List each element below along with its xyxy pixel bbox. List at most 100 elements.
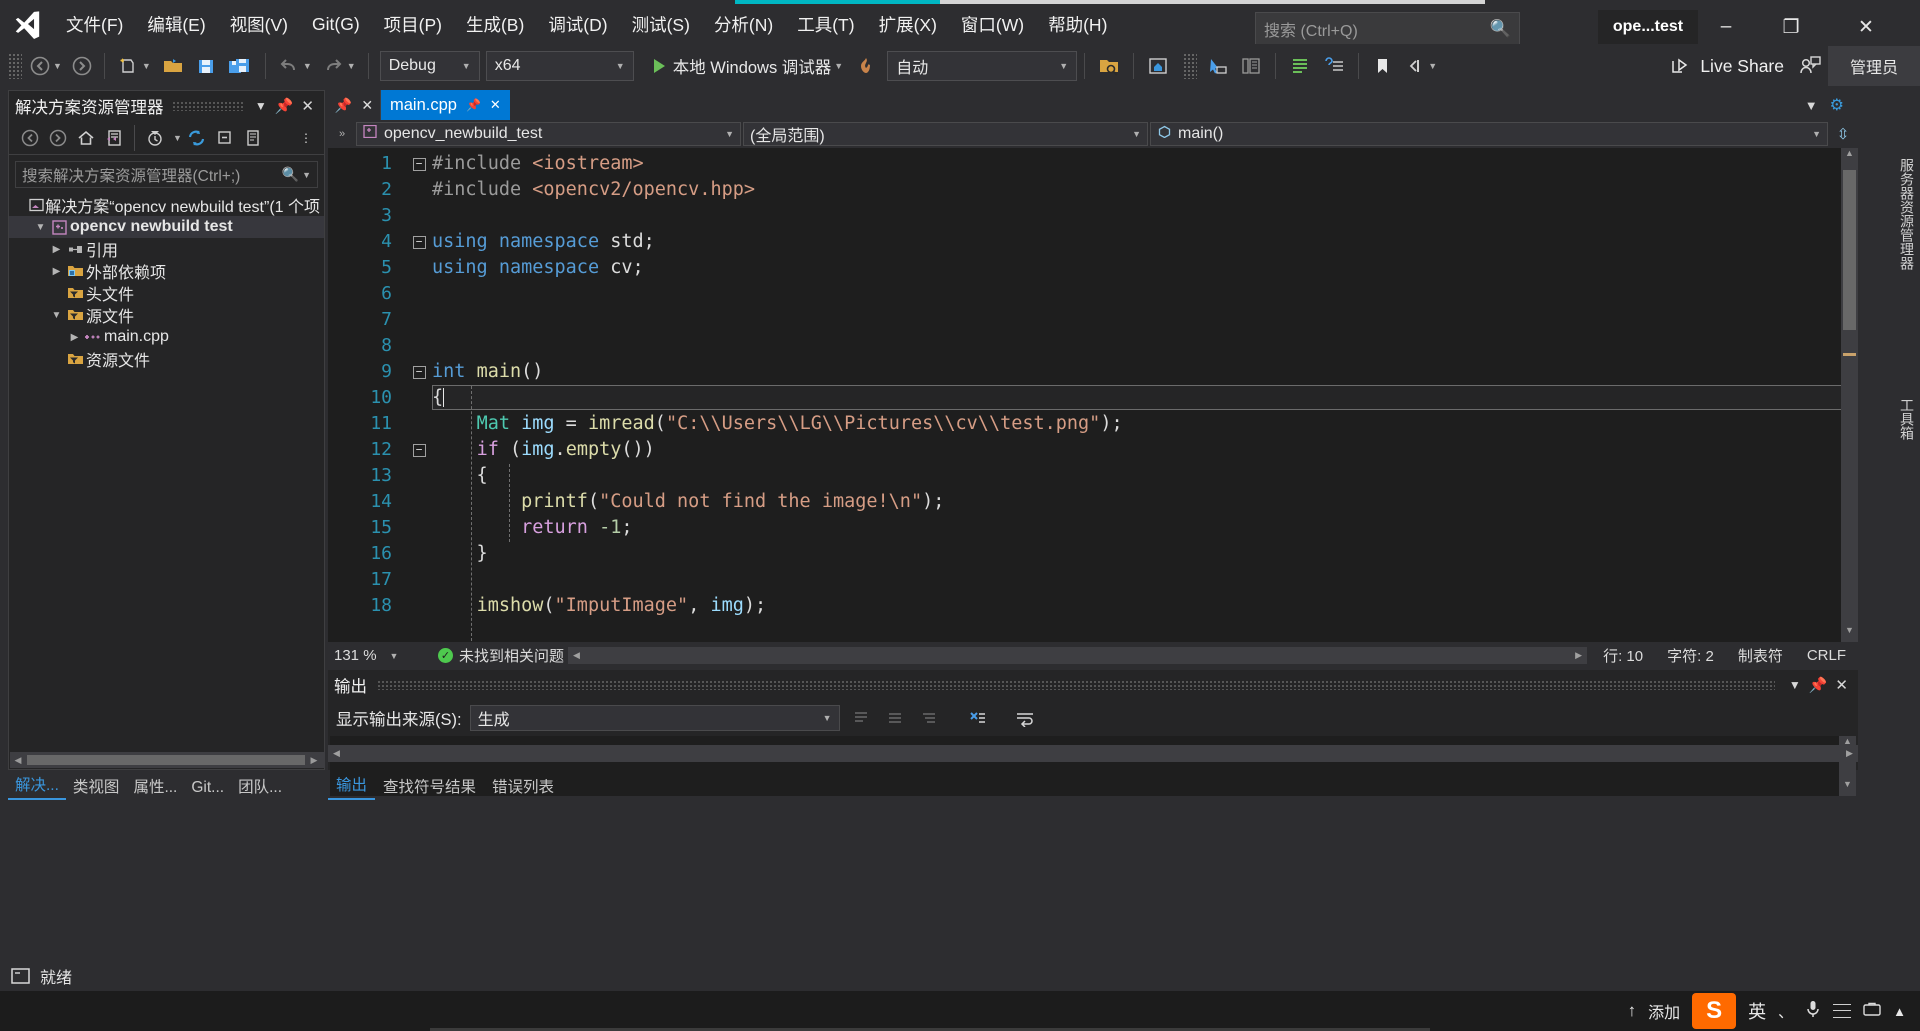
toolbar-grip-handle[interactable] bbox=[1183, 53, 1198, 79]
pin-icon[interactable]: 📌 bbox=[466, 98, 481, 112]
pin-icon[interactable]: 📌 bbox=[1805, 676, 1832, 694]
code-line[interactable]: 10 { bbox=[328, 385, 1858, 411]
send-feedback-icon[interactable] bbox=[1792, 49, 1828, 83]
save-all-icon[interactable] bbox=[222, 49, 258, 83]
collapse-icon[interactable]: − bbox=[412, 157, 426, 171]
close-icon[interactable]: ✕ bbox=[361, 97, 373, 114]
microphone-icon[interactable] bbox=[1805, 999, 1821, 1024]
fold-gutter[interactable]: − bbox=[406, 235, 432, 249]
scroll-left-icon[interactable]: ◀ bbox=[328, 748, 345, 759]
se-collapse-all-icon[interactable] bbox=[212, 125, 238, 151]
se-switch-views-icon[interactable] bbox=[101, 125, 127, 151]
menu-test[interactable]: 测试(S) bbox=[620, 4, 702, 44]
code-line[interactable]: 6 bbox=[328, 281, 1858, 307]
undo-icon[interactable]: ▼ bbox=[273, 49, 317, 83]
code-line[interactable]: 2 #include <opencv2/opencv.hpp> bbox=[328, 177, 1858, 203]
menu-file[interactable]: 文件(F) bbox=[54, 4, 135, 44]
menu-analyze[interactable]: 分析(N) bbox=[702, 4, 785, 44]
solution-explorer-horizontal-scrollbar[interactable]: ◀ ▶ bbox=[10, 752, 325, 768]
chevron-down-icon[interactable]: ▼ bbox=[1428, 61, 1437, 71]
panel-drag-dots[interactable] bbox=[171, 101, 243, 111]
copy-panel-icon[interactable] bbox=[1234, 49, 1268, 83]
scrollbar-thumb[interactable] bbox=[1843, 170, 1856, 330]
menu-extensions[interactable]: 扩展(X) bbox=[867, 4, 949, 44]
code-line[interactable]: 7 bbox=[328, 307, 1858, 333]
tab-team[interactable]: 团队... bbox=[231, 772, 289, 800]
dock-server-explorer[interactable]: 服务器资源管理器 bbox=[1896, 150, 1920, 380]
global-search-box[interactable]: 搜索 (Ctrl+Q) 🔍 bbox=[1255, 12, 1520, 45]
chevron-down-icon[interactable]: ▼ bbox=[834, 61, 843, 71]
fold-gutter[interactable]: − bbox=[406, 157, 432, 171]
search-icon[interactable]: 🔍 bbox=[282, 166, 299, 183]
editor-tab-main-cpp[interactable]: main.cpp 📌 ✕ bbox=[381, 90, 510, 120]
output-toggle-word-wrap-icon[interactable] bbox=[1012, 705, 1038, 731]
menu-project[interactable]: 项目(P) bbox=[372, 4, 454, 44]
chevron-down-icon[interactable]: ▼ bbox=[1805, 98, 1818, 113]
hot-reload-icon[interactable] bbox=[851, 49, 881, 83]
code-line[interactable]: 17 bbox=[328, 567, 1858, 593]
scroll-right-icon[interactable]: ▶ bbox=[1570, 650, 1587, 661]
output-source-dropdown[interactable]: 生成 ▼ bbox=[469, 705, 840, 731]
tree-row-references[interactable]: ▶ 引用 bbox=[9, 238, 324, 260]
tab-properties[interactable]: 属性... bbox=[126, 772, 184, 800]
navigate-forward-button[interactable] bbox=[67, 49, 97, 83]
code-line[interactable]: 1 − #include <iostream> bbox=[328, 151, 1858, 177]
tab-solution-explorer[interactable]: 解决... bbox=[8, 770, 66, 800]
ime-language-indicator[interactable]: 英 bbox=[1748, 998, 1766, 1024]
window-maximize-button[interactable]: ❐ bbox=[1765, 10, 1817, 44]
code-text-area[interactable]: 1− #include <iostream> 2 #include <opencv2/… bbox=[328, 148, 1858, 642]
pin-icon[interactable]: 📌 bbox=[335, 97, 352, 114]
chevron-down-icon[interactable]: ▼ bbox=[1785, 678, 1805, 692]
taskbar-add-label[interactable]: 添加 bbox=[1648, 999, 1680, 1023]
new-project-icon[interactable]: ▼ bbox=[112, 49, 156, 83]
scroll-up-icon[interactable]: ▲ bbox=[1841, 148, 1858, 165]
live-share-button[interactable]: Live Share bbox=[1661, 49, 1792, 83]
se-properties-icon[interactable] bbox=[240, 125, 266, 151]
se-pending-changes-icon[interactable] bbox=[142, 125, 168, 151]
close-icon[interactable]: ✕ bbox=[297, 97, 318, 115]
code-line[interactable]: 16 } bbox=[328, 541, 1858, 567]
close-icon[interactable]: ✕ bbox=[1831, 676, 1852, 694]
navbar-project-dropdown[interactable]: opencv_newbuild_test ▼ bbox=[356, 122, 741, 146]
panel-drag-dots[interactable] bbox=[377, 680, 1775, 690]
menu-help[interactable]: 帮助(H) bbox=[1036, 4, 1119, 44]
tab-find-symbol-results[interactable]: 查找符号结果 bbox=[375, 772, 484, 800]
bookmark-icon[interactable] bbox=[1366, 49, 1398, 83]
code-line[interactable]: 9 − int main() bbox=[328, 359, 1858, 385]
se-forward-icon[interactable] bbox=[45, 125, 71, 151]
window-minimize-button[interactable]: – bbox=[1700, 10, 1752, 44]
editor-horizontal-scrollbar[interactable]: ◀ ▶ bbox=[568, 647, 1588, 664]
tree-expander[interactable]: ▶ bbox=[49, 244, 64, 255]
code-line[interactable]: 15 return -1; bbox=[328, 515, 1858, 541]
collapse-icon[interactable]: − bbox=[412, 443, 426, 457]
toolbar-grip-handle[interactable] bbox=[8, 53, 22, 79]
ime-toolbox-icon[interactable] bbox=[1863, 1001, 1881, 1022]
output-go-to-previous-icon[interactable] bbox=[882, 705, 908, 731]
menu-debug[interactable]: 调试(D) bbox=[536, 4, 619, 44]
split-editor-icon[interactable]: ⇳ bbox=[1830, 125, 1856, 143]
editor-zoom-dropdown[interactable]: 131 % ▼ bbox=[328, 647, 438, 664]
tree-row-main-cpp[interactable]: ▶ main.cpp bbox=[9, 326, 324, 348]
tree-row-solution[interactable]: 解决方案“opencv newbuild test”(1 个项 bbox=[9, 194, 324, 216]
navbar-overflow-icon[interactable]: » bbox=[330, 128, 354, 140]
collapse-icon[interactable]: − bbox=[412, 365, 426, 379]
code-line[interactable]: 4 − using namespace std; bbox=[328, 229, 1858, 255]
gear-icon[interactable]: ⚙ bbox=[1830, 95, 1844, 115]
tree-row-source-files[interactable]: ▼ 源文件 bbox=[9, 304, 324, 326]
save-icon[interactable] bbox=[190, 49, 222, 83]
chevron-down-icon[interactable]: ▼ bbox=[303, 61, 312, 71]
scroll-left-icon[interactable]: ◀ bbox=[568, 650, 585, 661]
scrollbar-track[interactable] bbox=[585, 649, 1571, 662]
dock-toolbox[interactable]: 工具箱 bbox=[1896, 390, 1920, 480]
scroll-right-icon[interactable]: ▶ bbox=[306, 755, 322, 766]
ime-keyboard-icon[interactable] bbox=[1833, 1004, 1852, 1018]
menu-view[interactable]: 视图(V) bbox=[218, 4, 300, 44]
menu-tools[interactable]: 工具(T) bbox=[785, 4, 866, 44]
code-line[interactable]: 12 − if (img.empty()) bbox=[328, 437, 1858, 463]
output-find-message-icon[interactable] bbox=[848, 705, 874, 731]
open-file-icon[interactable] bbox=[156, 49, 190, 83]
tree-expander[interactable]: ▶ bbox=[49, 266, 64, 277]
scroll-right-icon[interactable]: ▶ bbox=[1841, 748, 1858, 759]
chevron-down-icon[interactable]: ▼ bbox=[53, 61, 62, 71]
tree-expander[interactable]: ▶ bbox=[67, 332, 82, 343]
